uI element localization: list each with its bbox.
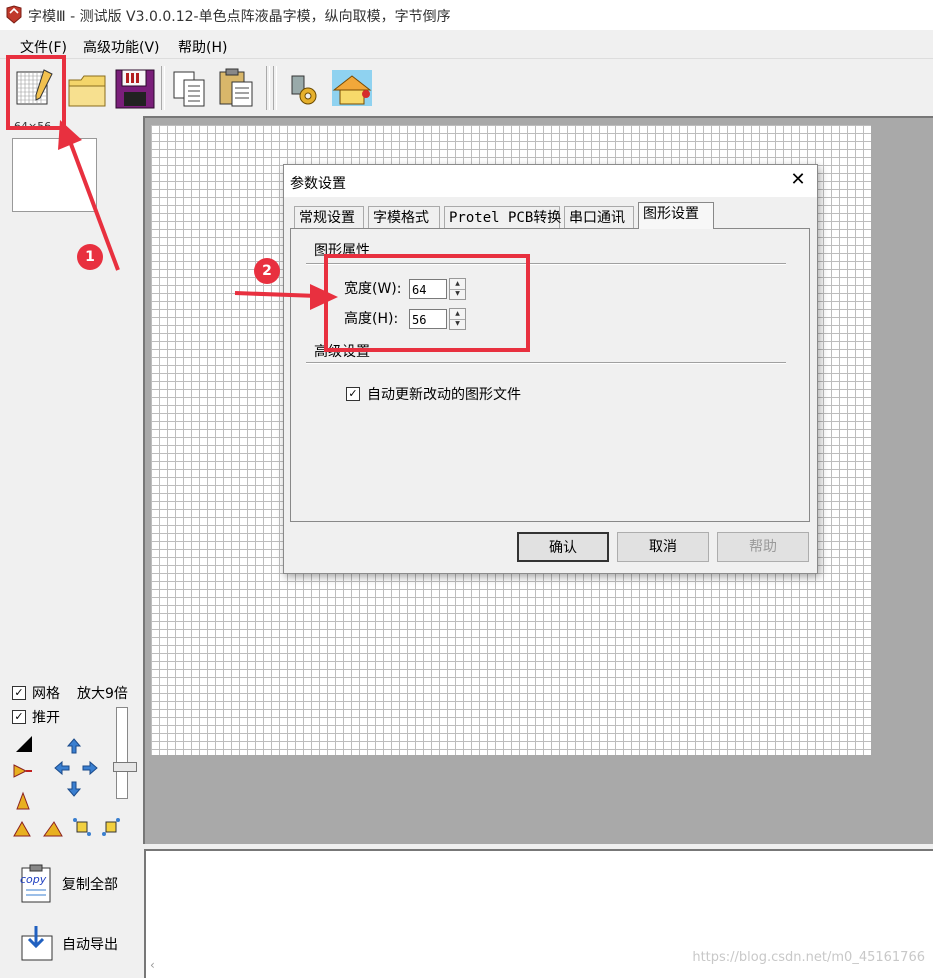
annotation-badge-2: 2 — [254, 258, 280, 284]
annotation-badge-1: 1 — [77, 244, 103, 270]
annotation-arrows — [58, 120, 338, 310]
tab-graphic-settings[interactable]: 图形设置 — [638, 202, 714, 229]
